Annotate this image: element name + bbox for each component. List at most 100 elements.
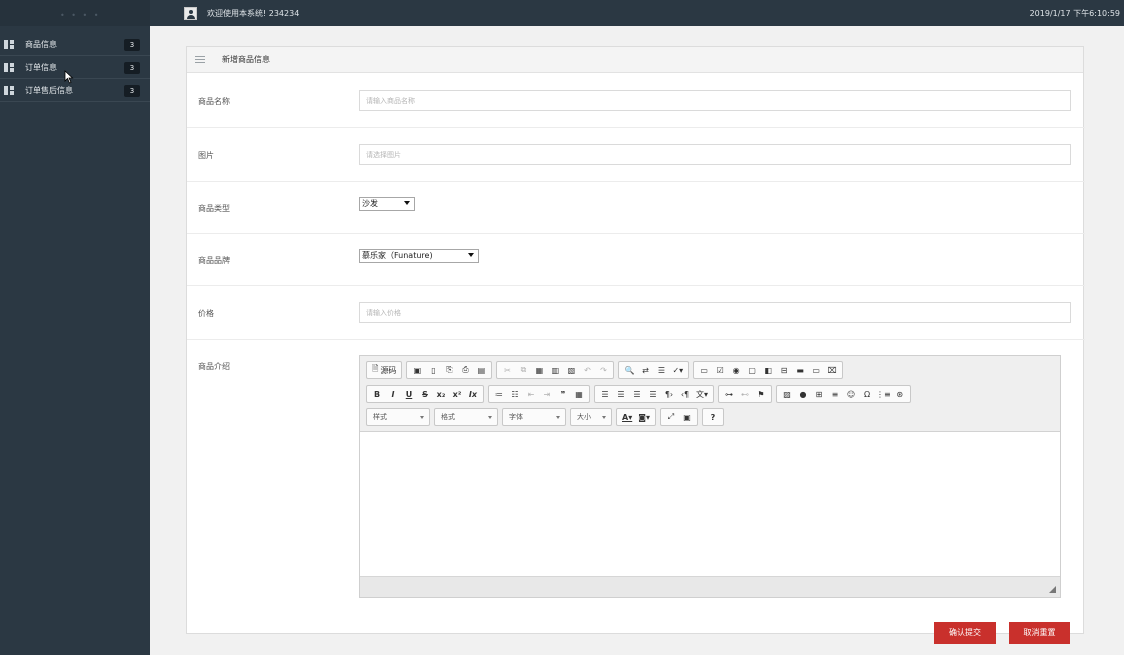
- editor-status-bar: [360, 576, 1060, 597]
- product-type-select[interactable]: 沙发: [359, 197, 415, 211]
- underline-icon[interactable]: U: [402, 387, 416, 401]
- price-input[interactable]: [359, 302, 1071, 323]
- background-color-icon[interactable]: ◙▾: [636, 410, 652, 424]
- strikethrough-icon[interactable]: S: [418, 387, 432, 401]
- list-icon: [195, 56, 205, 63]
- toolbar-group: ⤢ ▣: [660, 408, 698, 426]
- sidebar-item-after-sales-info[interactable]: 订单售后信息 3: [0, 80, 150, 102]
- table-icon[interactable]: ⊞: [812, 387, 826, 401]
- replace-icon[interactable]: ⇄: [638, 363, 652, 377]
- source-button[interactable]: 🗎 源码: [370, 363, 398, 377]
- help-icon[interactable]: ?: [706, 410, 720, 424]
- print-icon[interactable]: ⎙: [458, 363, 472, 377]
- checkbox-icon[interactable]: ☑: [713, 363, 727, 377]
- italic-icon[interactable]: I: [386, 387, 400, 401]
- bold-icon[interactable]: B: [370, 387, 384, 401]
- new-page-icon[interactable]: ▯: [426, 363, 440, 377]
- indent-icon[interactable]: ⇥: [540, 387, 554, 401]
- link-icon[interactable]: ⊶: [722, 387, 736, 401]
- field-label: 价格: [198, 309, 214, 318]
- main-content: 新增商品信息 商品名称 图片 商品类型 沙发 商品品牌 慕乐家（Funature…: [150, 26, 1124, 655]
- size-label: 大小: [577, 413, 591, 421]
- grid-icon: [4, 86, 14, 95]
- blockquote-icon[interactable]: ❞: [556, 387, 570, 401]
- select-field-icon[interactable]: ⊟: [777, 363, 791, 377]
- iframe-icon[interactable]: ⊛: [893, 387, 907, 401]
- spellcheck-icon[interactable]: ✓▾: [670, 363, 685, 377]
- show-blocks-icon[interactable]: ▣: [680, 410, 694, 424]
- align-center-icon[interactable]: ☰: [614, 387, 628, 401]
- grid-icon: [4, 63, 14, 72]
- form-row-name: 商品名称: [187, 74, 1085, 128]
- textarea-icon[interactable]: ◧: [761, 363, 775, 377]
- toolbar-row: B I U S x₂ x² Ix ≔ ☷ ⇤ ⇥ ❞ ▦ ☰ ☰ ☰ ☰ ¶› …: [366, 385, 915, 403]
- horizontal-line-icon[interactable]: ≡: [828, 387, 842, 401]
- editor-content-area[interactable]: [360, 432, 1060, 576]
- selected-value: 沙发: [362, 199, 378, 208]
- font-dropdown[interactable]: 字体: [502, 408, 566, 426]
- outdent-icon[interactable]: ⇤: [524, 387, 538, 401]
- bulleted-list-icon[interactable]: ☷: [508, 387, 522, 401]
- templates-icon[interactable]: ▤: [474, 363, 488, 377]
- unlink-icon[interactable]: ⊷: [738, 387, 752, 401]
- paste-word-icon[interactable]: ▧: [564, 363, 578, 377]
- copy-icon[interactable]: ⧉: [516, 363, 530, 377]
- align-right-icon[interactable]: ☰: [630, 387, 644, 401]
- justify-icon[interactable]: ☰: [646, 387, 660, 401]
- panel-title: 新增商品信息: [222, 55, 270, 64]
- anchor-flag-icon[interactable]: ⚑: [754, 387, 768, 401]
- subscript-icon[interactable]: x₂: [434, 387, 448, 401]
- grid-icon: [4, 40, 14, 49]
- save-icon[interactable]: ▣: [410, 363, 424, 377]
- paste-icon[interactable]: ▦: [532, 363, 546, 377]
- field-label: 商品名称: [198, 97, 230, 106]
- form-panel: 新增商品信息 商品名称 图片 商品类型 沙发 商品品牌 慕乐家（Funature…: [186, 46, 1085, 634]
- select-all-icon[interactable]: ☰: [654, 363, 668, 377]
- paste-text-icon[interactable]: ▥: [548, 363, 562, 377]
- size-dropdown[interactable]: 大小: [570, 408, 612, 426]
- selected-value: 慕乐家（Funature): [362, 251, 433, 260]
- image-icon[interactable]: ▨: [780, 387, 794, 401]
- toolbar-group: ≔ ☷ ⇤ ⇥ ❞ ▦: [488, 385, 590, 403]
- text-color-icon[interactable]: A▾: [620, 410, 634, 424]
- find-icon[interactable]: 🔍: [622, 363, 636, 377]
- div-container-icon[interactable]: ▦: [572, 387, 586, 401]
- numbered-list-icon[interactable]: ≔: [492, 387, 506, 401]
- image-button-icon[interactable]: ▭: [809, 363, 823, 377]
- toolbar-group: ⊶ ⊷ ⚑: [718, 385, 773, 403]
- sidebar-item-product-info[interactable]: 商品信息 3: [0, 34, 150, 56]
- align-left-icon[interactable]: ☰: [598, 387, 612, 401]
- cut-icon[interactable]: ✂: [500, 363, 514, 377]
- button-field-icon[interactable]: ▬: [793, 363, 807, 377]
- format-dropdown[interactable]: 格式: [434, 408, 498, 426]
- resize-grip-icon[interactable]: [1049, 586, 1056, 593]
- toolbar-group: ▣ ▯ ⎘ ⎙ ▤: [406, 361, 493, 379]
- superscript-icon[interactable]: x²: [450, 387, 464, 401]
- redo-icon[interactable]: ↷: [596, 363, 610, 377]
- dropdown-caret-icon: [404, 201, 410, 205]
- image-picker-input[interactable]: [359, 144, 1071, 165]
- undo-icon[interactable]: ↶: [580, 363, 594, 377]
- preview-icon[interactable]: ⎘: [442, 363, 456, 377]
- field-label: 商品类型: [198, 204, 230, 213]
- styles-dropdown[interactable]: 样式: [366, 408, 430, 426]
- special-char-icon[interactable]: Ω: [860, 387, 874, 401]
- toolbar-group: 🔍 ⇄ ☰ ✓▾: [618, 361, 690, 379]
- page-break-icon[interactable]: ⋮≡: [876, 387, 891, 401]
- remove-format-icon[interactable]: Ix: [466, 387, 480, 401]
- flash-icon[interactable]: ●: [796, 387, 810, 401]
- product-brand-select[interactable]: 慕乐家（Funature): [359, 249, 479, 263]
- hidden-field-icon[interactable]: ⌧: [825, 363, 839, 377]
- reset-button[interactable]: 取消重置: [1009, 622, 1070, 644]
- radio-icon[interactable]: ◉: [729, 363, 743, 377]
- language-icon[interactable]: 文▾: [694, 387, 710, 401]
- product-name-input[interactable]: [359, 90, 1071, 111]
- text-field-icon[interactable]: ▢: [745, 363, 759, 377]
- submit-button[interactable]: 确认提交: [934, 622, 996, 644]
- text-direction-ltr-icon[interactable]: ¶›: [662, 387, 676, 401]
- form-icon[interactable]: ▭: [697, 363, 711, 377]
- smiley-icon[interactable]: ☺: [844, 387, 858, 401]
- sidebar-item-order-info[interactable]: 订单信息 3: [0, 57, 150, 79]
- maximize-icon[interactable]: ⤢: [664, 410, 678, 424]
- text-direction-rtl-icon[interactable]: ‹¶: [678, 387, 692, 401]
